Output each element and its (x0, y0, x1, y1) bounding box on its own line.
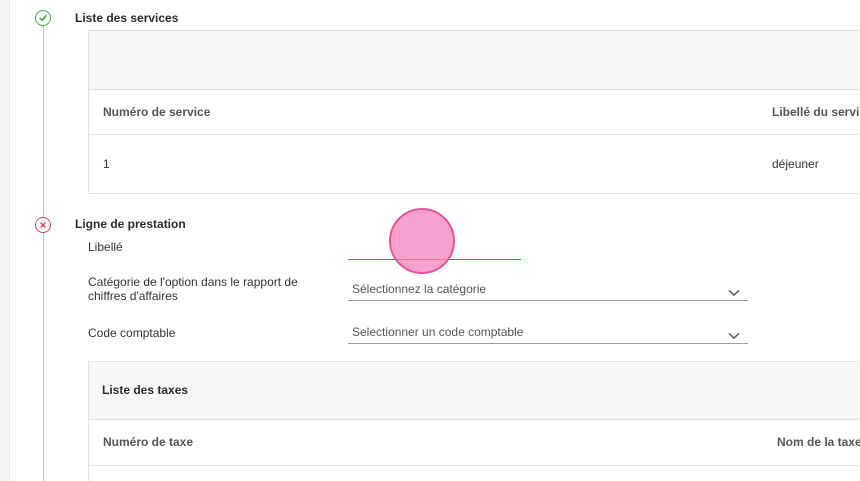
libelle-label: Libellé (88, 240, 123, 254)
service-label-cell: déjeuner (772, 157, 819, 171)
chevron-down-icon (728, 326, 740, 346)
chevron-down-icon (728, 283, 740, 303)
service-number-cell: 1 (103, 157, 110, 171)
services-table: Numéro de service Libellé du servi 1 déj… (88, 30, 860, 194)
timeline-line (43, 26, 44, 481)
category-label: Catégorie de l'option dans le rapport de… (88, 275, 298, 303)
code-comptable-select[interactable]: Selectionner un code comptable (348, 322, 748, 344)
check-circle-icon (35, 10, 51, 26)
column-header-service-label[interactable]: Libellé du servi (772, 105, 859, 119)
left-gutter (0, 0, 10, 481)
taxes-table-toolbar: Liste des taxes (89, 362, 860, 420)
taxes-table-title: Liste des taxes (102, 383, 189, 397)
taxes-table: Liste des taxes Numéro de taxe Nom de la… (88, 361, 860, 481)
code-comptable-select-value: Selectionner un code comptable (352, 325, 524, 339)
column-header-tax-number[interactable]: Numéro de taxe (103, 435, 193, 449)
header-divider (89, 465, 860, 466)
services-table-toolbar (89, 31, 860, 90)
category-select[interactable]: Sélectionnez la catégorie (348, 279, 748, 301)
category-select-value: Sélectionnez la catégorie (352, 282, 487, 296)
prestation-step-title[interactable]: Ligne de prestation (75, 217, 186, 231)
touch-indicator (389, 208, 455, 274)
error-circle-icon (35, 217, 51, 233)
services-step-title[interactable]: Liste des services (75, 11, 178, 25)
column-header-service-number[interactable]: Numéro de service (103, 105, 210, 119)
code-comptable-label: Code comptable (88, 326, 176, 340)
header-divider (89, 134, 860, 135)
column-header-tax-name[interactable]: Nom de la taxe (777, 435, 860, 449)
